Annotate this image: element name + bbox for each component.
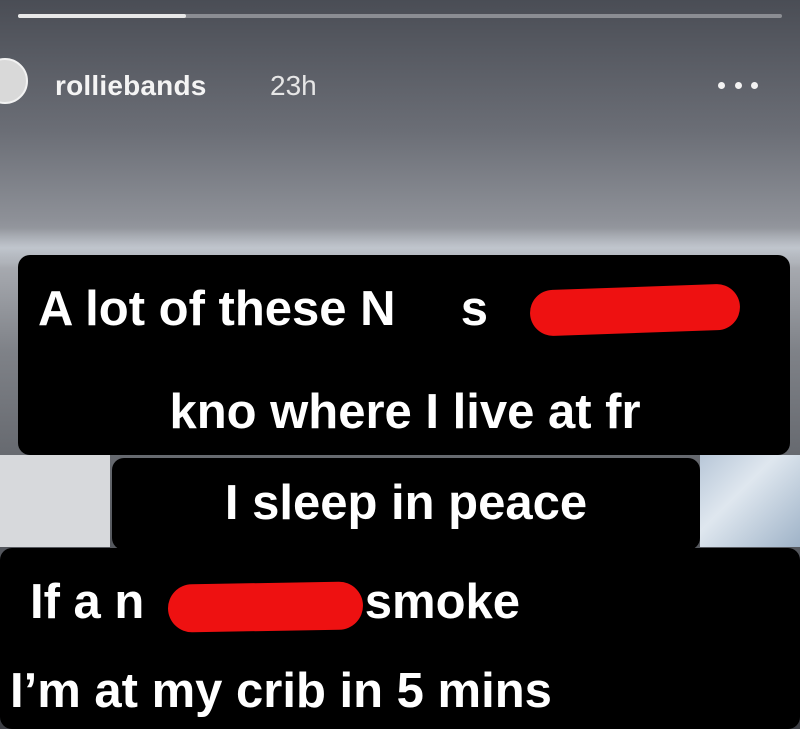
background-window-left: [0, 455, 110, 547]
more-dot: [718, 81, 725, 89]
caption-line-4: If a n want smoke: [30, 575, 521, 629]
caption-line-2: kno where I live at fr: [169, 385, 641, 439]
more-dot: [734, 81, 742, 89]
redaction-mark: [529, 283, 741, 337]
story-progress-bar: [18, 14, 782, 18]
story-timestamp: 23h: [270, 70, 317, 101]
more-horizontal-icon[interactable]: [718, 78, 758, 92]
story-username[interactable]: rolliebands: [55, 70, 207, 102]
avatar[interactable]: [0, 58, 28, 104]
story-progress-fill: [18, 14, 187, 18]
more-dot: [751, 81, 758, 89]
background-window-right: [700, 455, 800, 547]
caption-line-5: I’m at my crib in 5 mins: [10, 664, 552, 718]
redaction-mark: [167, 581, 364, 633]
caption-line-3: I sleep in peace: [224, 476, 588, 530]
story-viewer[interactable]: rolliebands 23h A lot of these N s kno w…: [0, 0, 800, 729]
